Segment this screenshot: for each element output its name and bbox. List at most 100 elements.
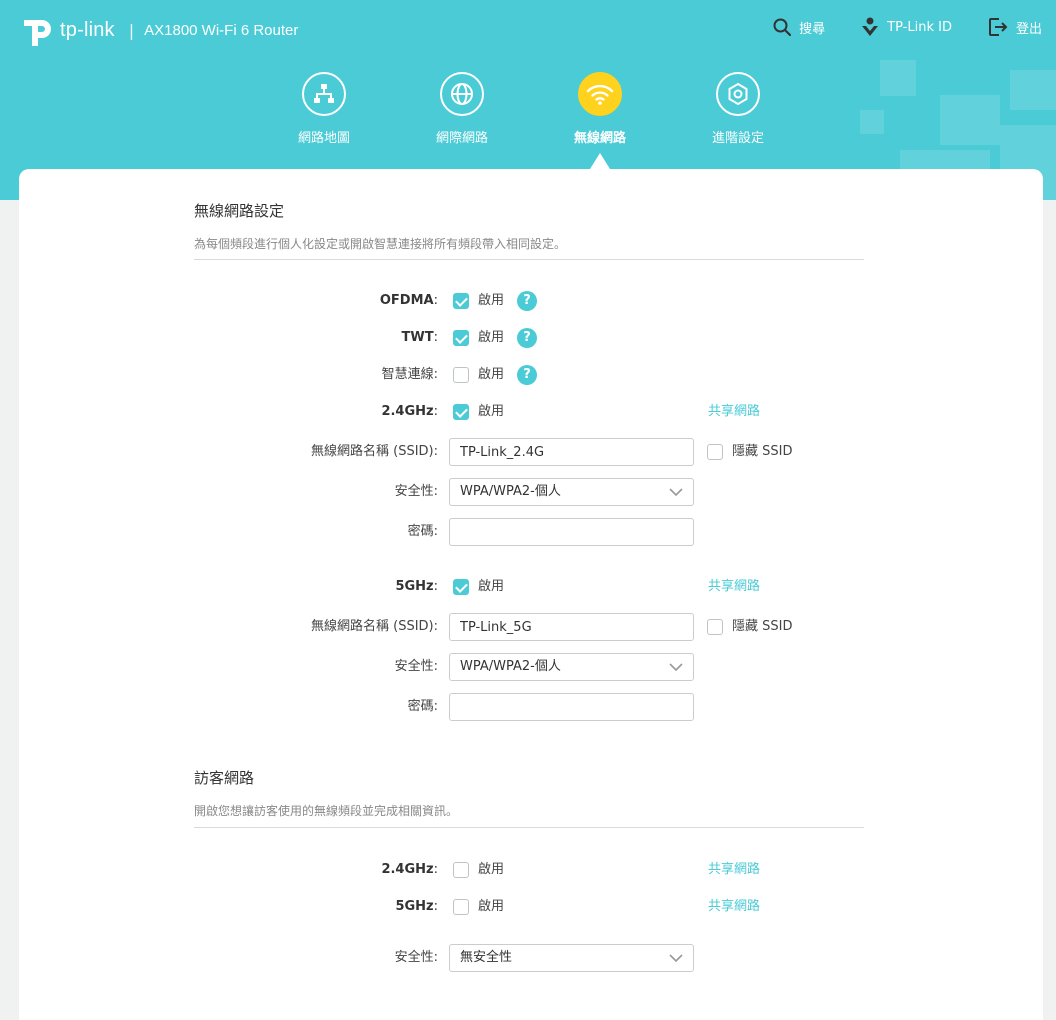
- band5-label: 5GHz:: [395, 579, 438, 594]
- band24-ssid-label: 無線網路名稱 (SSID):: [310, 444, 438, 459]
- nav-wireless[interactable]: 無線網路: [545, 72, 655, 146]
- band24-ssid-input[interactable]: [449, 438, 694, 466]
- band5-ssid-label: 無線網路名稱 (SSID):: [310, 619, 438, 634]
- nav-advanced-label: 進階設定: [711, 131, 764, 146]
- guest-band5-enable-checkbox[interactable]: [453, 899, 469, 915]
- active-nav-pointer: [590, 153, 610, 169]
- header-decoration: [860, 110, 884, 134]
- band24-label: 2.4GHz:: [381, 404, 438, 419]
- wifi-icon: [586, 84, 614, 105]
- ofdma-enable-checkbox[interactable]: [453, 293, 469, 309]
- band24-password-label: 密碼:: [407, 524, 438, 539]
- twt-label: TWT:: [401, 330, 438, 345]
- nav-internet-label: 網際網路: [435, 131, 488, 146]
- header-decoration: [940, 95, 1000, 145]
- nav-internet[interactable]: 網際網路: [407, 72, 517, 146]
- band24-security-value: WPA/WPA2-個人: [460, 484, 561, 499]
- band5-share-network-link[interactable]: 共享網路: [708, 572, 760, 602]
- globe-icon: [451, 83, 473, 105]
- twt-enable-checkbox[interactable]: [453, 330, 469, 346]
- guest-security-row: 安全性: 無安全性: [19, 943, 1043, 973]
- band5-row: 5GHz: 啟用 共享網路: [19, 572, 1043, 602]
- band24-enable-checkbox[interactable]: [453, 404, 469, 420]
- twt-enable-label: 啟用: [478, 330, 505, 345]
- band5-ssid-row: 無線網路名稱 (SSID): 隱藏 SSID: [19, 612, 1043, 642]
- wireless-section-description: 為每個頻段進行個人化設定或開啟智慧連接將所有頻段帶入相同設定。: [194, 237, 567, 251]
- band5-security-label: 安全性:: [394, 659, 438, 674]
- band24-enable-label: 啟用: [478, 404, 505, 419]
- guest-security-value: 無安全性: [460, 950, 513, 965]
- band5-security-value: WPA/WPA2-個人: [460, 659, 561, 674]
- router-model: AX1800 Wi-Fi 6 Router: [144, 21, 299, 39]
- nav-internet-circle: [440, 72, 484, 116]
- guest-band24-enable-checkbox[interactable]: [453, 862, 469, 878]
- smart-connect-enable-label: 啟用: [478, 367, 505, 382]
- guest-section-description: 開啟您想讓訪客使用的無線頻段並完成相關資訊。: [194, 804, 459, 818]
- band24-share-network-link[interactable]: 共享網路: [708, 397, 760, 427]
- band5-password-row: 密碼:: [19, 692, 1043, 722]
- guest-band24-share-network-link[interactable]: 共享網路: [708, 855, 760, 885]
- ofdma-row: OFDMA: 啟用 ?: [19, 286, 1043, 316]
- brand-separator: |: [128, 20, 135, 40]
- nav-advanced-circle: [716, 72, 760, 116]
- tplink-id-button[interactable]: TP-Link ID: [861, 17, 952, 37]
- nav-network-map-label: 網路地圖: [297, 131, 350, 146]
- twt-help-icon[interactable]: ?: [517, 328, 537, 348]
- search-button[interactable]: 搜尋: [773, 18, 825, 37]
- guest-security-label: 安全性:: [394, 950, 438, 965]
- ofdma-label: OFDMA:: [379, 293, 438, 308]
- guest-band24-row: 2.4GHz: 啟用 共享網路: [19, 855, 1043, 885]
- logout-button[interactable]: 登出: [988, 17, 1042, 37]
- nav-network-map-circle: [302, 72, 346, 116]
- band24-ssid-row: 無線網路名稱 (SSID): 隱藏 SSID: [19, 437, 1043, 467]
- guest-band5-share-network-link[interactable]: 共享網路: [708, 892, 760, 922]
- guest-band5-row: 5GHz: 啟用 共享網路: [19, 892, 1043, 922]
- gear-icon: [728, 82, 748, 106]
- nav-advanced[interactable]: 進階設定: [683, 72, 793, 146]
- band24-security-select[interactable]: WPA/WPA2-個人: [449, 478, 694, 506]
- tp-link-logo-icon: [24, 20, 51, 46]
- top-actions: 搜尋 TP-Link ID 登出: [737, 17, 1042, 37]
- band5-hide-ssid-checkbox[interactable]: [707, 619, 723, 635]
- band5-password-label: 密碼:: [407, 699, 438, 714]
- smart-connect-help-icon[interactable]: ?: [517, 365, 537, 385]
- twt-row: TWT: 啟用 ?: [19, 323, 1043, 353]
- band5-ssid-input[interactable]: [449, 613, 694, 641]
- nav-network-map[interactable]: 網路地圖: [269, 72, 379, 146]
- guest-security-select[interactable]: 無安全性: [449, 944, 694, 972]
- guest-band5-label: 5GHz:: [395, 899, 438, 914]
- chevron-down-icon: [669, 663, 683, 672]
- wireless-section-title: 無線網路設定: [194, 202, 285, 220]
- band5-password-input[interactable]: [449, 693, 694, 721]
- nav-wireless-circle: [578, 72, 622, 116]
- band5-hide-ssid-label: 隱藏 SSID: [732, 619, 793, 634]
- guest-band5-enable-label: 啟用: [478, 899, 505, 914]
- band5-security-select[interactable]: WPA/WPA2-個人: [449, 653, 694, 681]
- band24-security-label: 安全性:: [394, 484, 438, 499]
- guest-section-title: 訪客網路: [194, 769, 255, 787]
- brand-logo[interactable]: tp-link | AX1800 Wi-Fi 6 Router: [20, 10, 298, 50]
- band24-hide-ssid-checkbox[interactable]: [707, 444, 723, 460]
- header-decoration: [1010, 70, 1056, 110]
- smart-connect-checkbox[interactable]: [453, 367, 469, 383]
- tplink-id-icon: [862, 17, 879, 36]
- band24-security-row: 安全性: WPA/WPA2-個人: [19, 477, 1043, 507]
- header-decoration: [880, 60, 916, 96]
- band5-enable-label: 啟用: [478, 579, 505, 594]
- brand-name: tp-link: [60, 18, 115, 41]
- band24-password-row: 密碼:: [19, 517, 1043, 547]
- wireless-section-divider: [194, 259, 864, 260]
- logout-icon: [988, 18, 1008, 36]
- guest-section-divider: [194, 827, 864, 828]
- chevron-down-icon: [669, 488, 683, 497]
- band5-enable-checkbox[interactable]: [453, 579, 469, 595]
- smart-connect-label: 智慧連線:: [381, 367, 438, 382]
- tplink-id-label: TP-Link ID: [887, 19, 952, 35]
- guest-band24-label: 2.4GHz:: [381, 862, 438, 877]
- network-map-icon: [314, 84, 334, 103]
- ofdma-help-icon[interactable]: ?: [517, 291, 537, 311]
- chevron-down-icon: [669, 954, 683, 963]
- band24-row: 2.4GHz: 啟用 共享網路: [19, 397, 1043, 427]
- ofdma-enable-label: 啟用: [478, 293, 505, 308]
- band24-password-input[interactable]: [449, 518, 694, 546]
